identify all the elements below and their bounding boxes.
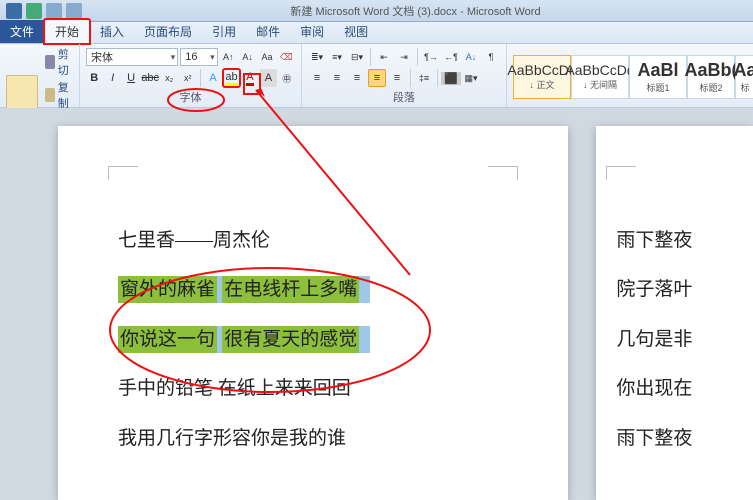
tab-review[interactable]: 审阅 — [290, 20, 334, 43]
group-styles: AaBbCcDd↓ 正文 AaBbCcDd↓ 无间隔 AaBl标题1 AaBb(… — [507, 44, 753, 107]
bold-button[interactable]: B — [86, 69, 102, 87]
doc-line: 院子落叶 — [616, 265, 753, 314]
group-label-font: 字体 — [86, 88, 295, 107]
bullets-button[interactable]: ≣▾ — [308, 48, 326, 66]
subscript-button[interactable]: x₂ — [161, 69, 177, 87]
doc-line: 我用几行字形容你是我的谁 — [118, 414, 508, 463]
ltr-button[interactable]: ¶→ — [422, 48, 440, 66]
group-paragraph: ≣▾ ≡▾ ⊟▾ ⇤ ⇥ ¶→ ←¶ A↓ ¶ ≡ ≡ ≡ ≡ ≡ ‡≡ — [302, 44, 507, 107]
tab-page-layout[interactable]: 页面布局 — [134, 20, 202, 43]
document-area: 七里香——周杰伦 窗外的麻雀 在电线杆上多嘴 你说这一句 很有夏天的感觉 手中的… — [0, 108, 753, 500]
doc-line-highlighted: 窗外的麻雀 在电线杆上多嘴 — [118, 265, 508, 314]
character-shading-button[interactable]: A — [260, 69, 276, 87]
numbering-button[interactable]: ≡▾ — [328, 48, 346, 66]
justify-button[interactable]: ≡ — [368, 69, 386, 87]
strikethrough-button[interactable]: abc — [141, 69, 159, 87]
ribbon-tabs: 文件 开始 插入 页面布局 引用 邮件 审阅 视图 — [0, 22, 753, 44]
grow-font-button[interactable]: A↑ — [220, 48, 237, 66]
tab-home[interactable]: 开始 — [44, 19, 90, 44]
shading-button[interactable]: ⬛ — [442, 69, 460, 87]
crop-mark-icon — [488, 166, 518, 180]
change-case-button[interactable]: Aa — [258, 48, 275, 66]
cut-button[interactable]: 剪切 — [45, 46, 73, 78]
window-title: 新建 Microsoft Word 文档 (3).docx - Microsof… — [88, 3, 753, 19]
page-1[interactable]: 七里香——周杰伦 窗外的麻雀 在电线杆上多嘴 你说这一句 很有夏天的感觉 手中的… — [58, 126, 568, 500]
tab-file[interactable]: 文件 — [0, 20, 44, 43]
doc-title-line: 七里香——周杰伦 — [118, 216, 508, 265]
doc-line: 雨下整夜 — [616, 414, 753, 463]
style-heading-1[interactable]: AaBl标题1 — [629, 55, 687, 99]
align-center-button[interactable]: ≡ — [328, 69, 346, 87]
underline-button[interactable]: U — [123, 69, 139, 87]
style-normal[interactable]: AaBbCcDd↓ 正文 — [513, 55, 571, 99]
font-name-combo[interactable]: 宋体 — [86, 48, 178, 66]
highlight-color-button[interactable]: ab — [223, 69, 239, 87]
ribbon: 粘贴 剪切 复制 格式刷 剪贴板 宋体 16 A↑ A↓ Aa ⌫ B I U — [0, 44, 753, 108]
multilevel-list-button[interactable]: ⊟▾ — [348, 48, 366, 66]
copy-button[interactable]: 复制 — [45, 79, 73, 111]
sort-button[interactable]: A↓ — [462, 48, 480, 66]
doc-line: 你出现在 — [616, 364, 753, 413]
align-left-button[interactable]: ≡ — [308, 69, 326, 87]
crop-mark-icon — [606, 166, 636, 180]
font-size-combo[interactable]: 16 — [180, 48, 217, 66]
undo-icon[interactable] — [46, 3, 62, 19]
decrease-indent-button[interactable]: ⇤ — [375, 48, 393, 66]
word-icon — [6, 3, 22, 19]
increase-indent-button[interactable]: ⇥ — [395, 48, 413, 66]
align-right-button[interactable]: ≡ — [348, 69, 366, 87]
tab-references[interactable]: 引用 — [202, 20, 246, 43]
superscript-button[interactable]: x² — [180, 69, 196, 87]
scissors-icon — [45, 55, 55, 69]
shrink-font-button[interactable]: A↓ — [239, 48, 256, 66]
font-color-button[interactable]: A — [242, 69, 258, 87]
italic-button[interactable]: I — [104, 69, 120, 87]
group-font: 宋体 16 A↑ A↓ Aa ⌫ B I U abc x₂ x² A ab A … — [80, 44, 302, 107]
distribute-button[interactable]: ≡ — [388, 69, 406, 87]
group-clipboard: 粘贴 剪切 复制 格式刷 剪贴板 — [0, 44, 80, 107]
show-marks-button[interactable]: ¶ — [482, 48, 500, 66]
doc-line-highlighted: 你说这一句 很有夏天的感觉 — [118, 315, 508, 364]
tab-mailings[interactable]: 邮件 — [246, 20, 290, 43]
quick-access-toolbar — [0, 3, 88, 19]
tab-view[interactable]: 视图 — [334, 20, 378, 43]
save-icon[interactable] — [26, 3, 42, 19]
doc-line: 雨下整夜 — [616, 216, 753, 265]
enclose-characters-button[interactable]: ㊥ — [279, 69, 295, 87]
rtl-button[interactable]: ←¶ — [442, 48, 460, 66]
crop-mark-icon — [108, 166, 138, 180]
text-effects-button[interactable]: A — [205, 69, 221, 87]
borders-button[interactable]: ▦▾ — [462, 69, 480, 87]
group-label-paragraph: 段落 — [308, 88, 500, 107]
page-2[interactable]: 雨下整夜 院子落叶 几句是非 你出现在 雨下整夜 — [596, 126, 753, 500]
style-heading-2[interactable]: AaBb(标题2 — [687, 55, 735, 99]
style-heading-3[interactable]: Aa标 — [735, 55, 753, 99]
tab-insert[interactable]: 插入 — [90, 20, 134, 43]
clear-formatting-button[interactable]: ⌫ — [278, 48, 295, 66]
doc-line: 几句是非 — [616, 315, 753, 364]
line-spacing-button[interactable]: ‡≡ — [415, 69, 433, 87]
style-no-spacing[interactable]: AaBbCcDd↓ 无间隔 — [571, 55, 629, 99]
title-bar: 新建 Microsoft Word 文档 (3).docx - Microsof… — [0, 0, 753, 22]
doc-line: 手中的铅笔 在纸上来来回回 — [118, 364, 508, 413]
redo-icon[interactable] — [66, 3, 82, 19]
copy-icon — [45, 88, 55, 102]
